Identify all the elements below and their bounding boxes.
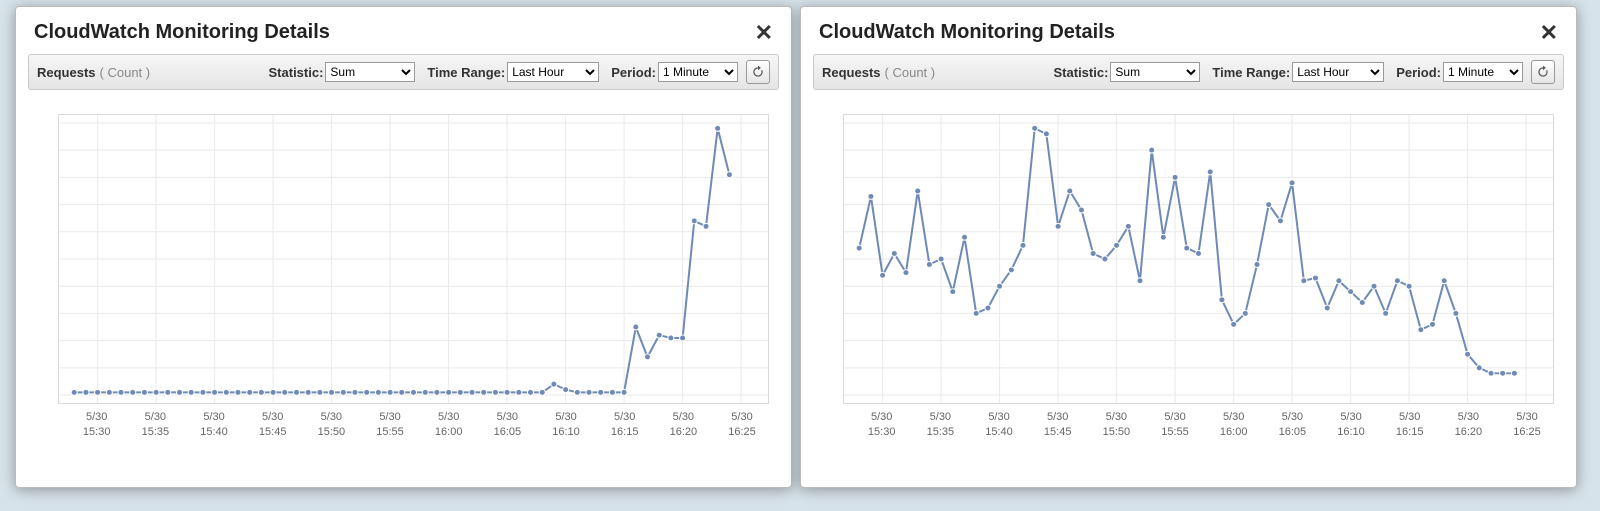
time-range-label: Time Range: — [1212, 65, 1290, 80]
x-tick-label: 5/3015:40 — [200, 410, 228, 440]
x-tick-label: 5/3015:40 — [985, 410, 1013, 440]
period-label: Period: — [1396, 65, 1441, 80]
chart-plot — [843, 114, 1554, 404]
x-tick-label: 5/3015:30 — [83, 410, 111, 440]
chart-area: 5/3015:30 5/3015:35 5/3015:40 5/3015:45 5/30… — [28, 104, 779, 464]
metric-name: Requests — [37, 65, 96, 80]
x-tick-label: 5/3015:35 — [927, 410, 955, 440]
x-tick-label: 5/3015:30 — [868, 410, 896, 440]
time-range-select[interactable]: Last Hour — [507, 62, 599, 82]
time-range-select[interactable]: Last Hour — [1292, 62, 1384, 82]
x-tick-label: 5/3016:10 — [1337, 410, 1365, 440]
x-tick-label: 5/3016:05 — [1279, 410, 1307, 440]
statistic-label: Statistic: — [1054, 65, 1109, 80]
period-select[interactable]: 1 Minute — [1443, 62, 1523, 82]
monitoring-panel: CloudWatch Monitoring Details ✕ Requests… — [15, 6, 792, 488]
x-tick-label: 5/3016:20 — [1455, 410, 1483, 440]
chart-area: 5/3015:30 5/3015:35 5/3015:40 5/3015:45 5/30… — [813, 104, 1564, 464]
close-icon[interactable]: ✕ — [755, 22, 773, 44]
panel-title: CloudWatch Monitoring Details — [34, 21, 330, 44]
x-axis-ticks: 5/3015:30 5/3015:35 5/3015:40 5/3015:45 5/30… — [58, 410, 769, 454]
x-tick-label: 5/3015:55 — [376, 410, 404, 440]
x-tick-label: 5/3015:45 — [259, 410, 287, 440]
x-tick-label: 5/3015:50 — [318, 410, 346, 440]
period-label: Period: — [611, 65, 656, 80]
chart-series-points — [856, 125, 1517, 376]
panel-header: CloudWatch Monitoring Details ✕ — [801, 7, 1576, 54]
x-tick-label: 5/3015:35 — [142, 410, 170, 440]
x-tick-label: 5/3015:50 — [1103, 410, 1131, 440]
x-tick-label: 5/3016:15 — [611, 410, 639, 440]
time-range-label: Time Range: — [427, 65, 505, 80]
x-tick-label: 5/3015:45 — [1044, 410, 1072, 440]
statistic-label: Statistic: — [269, 65, 324, 80]
close-icon[interactable]: ✕ — [1540, 22, 1558, 44]
chart-plot — [58, 114, 769, 404]
chart-series-points — [71, 125, 732, 395]
chart-svg — [59, 115, 768, 403]
x-tick-label: 5/3016:25 — [728, 410, 756, 440]
chart-svg — [844, 115, 1553, 403]
x-axis-ticks: 5/3015:30 5/3015:35 5/3015:40 5/3015:45 5/30… — [843, 410, 1554, 454]
chart-toolbar: Requests ( Count ) Statistic: Sum Time R… — [813, 54, 1564, 90]
x-tick-label: 5/3016:00 — [435, 410, 463, 440]
chart-grid — [844, 115, 1553, 403]
period-select[interactable]: 1 Minute — [658, 62, 738, 82]
refresh-button[interactable] — [746, 60, 770, 84]
metric-unit: ( Count ) — [885, 65, 936, 80]
statistic-select[interactable]: Sum — [325, 62, 415, 82]
metric-name: Requests — [822, 65, 881, 80]
metric-unit: ( Count ) — [100, 65, 151, 80]
panel-header: CloudWatch Monitoring Details ✕ — [16, 7, 791, 54]
chart-series-line — [74, 128, 729, 392]
x-tick-label: 5/3016:15 — [1396, 410, 1424, 440]
refresh-icon — [751, 65, 765, 79]
x-tick-label: 5/3016:00 — [1220, 410, 1248, 440]
x-tick-label: 5/3016:20 — [670, 410, 698, 440]
x-tick-label: 5/3016:25 — [1513, 410, 1541, 440]
refresh-icon — [1536, 65, 1550, 79]
x-tick-label: 5/3015:55 — [1161, 410, 1189, 440]
chart-grid — [59, 115, 768, 403]
refresh-button[interactable] — [1531, 60, 1555, 84]
x-tick-label: 5/3016:10 — [552, 410, 580, 440]
statistic-select[interactable]: Sum — [1110, 62, 1200, 82]
monitoring-panel: CloudWatch Monitoring Details ✕ Requests… — [800, 6, 1577, 488]
panel-title: CloudWatch Monitoring Details — [819, 21, 1115, 44]
x-tick-label: 5/3016:05 — [494, 410, 522, 440]
chart-toolbar: Requests ( Count ) Statistic: Sum Time R… — [28, 54, 779, 90]
